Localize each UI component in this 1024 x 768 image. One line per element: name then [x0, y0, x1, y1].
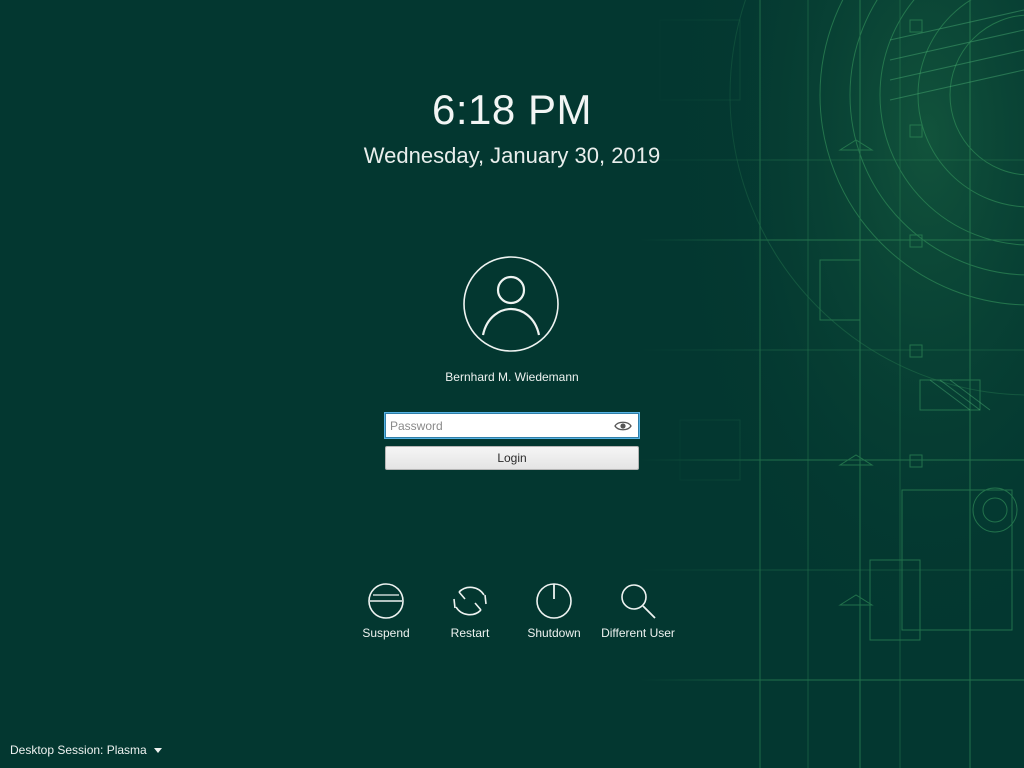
- caret-down-icon: [153, 747, 162, 753]
- power-actions: Suspend Restart Shutdown Different User: [344, 582, 680, 652]
- password-input[interactable]: [386, 415, 612, 436]
- clock-time: 6:18 PM: [432, 86, 592, 133]
- different-user-button[interactable]: Different User: [596, 582, 680, 640]
- different-user-label: Different User: [601, 626, 675, 640]
- eye-icon[interactable]: [612, 415, 634, 437]
- suspend-label: Suspend: [362, 626, 410, 640]
- restart-label: Restart: [450, 626, 490, 640]
- login-button[interactable]: Login: [385, 446, 639, 470]
- search-icon: [596, 582, 680, 620]
- user-avatar-icon[interactable]: [463, 256, 559, 352]
- suspend-icon: [344, 582, 428, 620]
- shutdown-label: Shutdown: [527, 626, 581, 640]
- restart-icon: [428, 582, 512, 620]
- session-selector[interactable]: Desktop Session: Plasma: [10, 743, 162, 757]
- password-field: [385, 413, 639, 438]
- username-label: Bernhard M. Wiedemann: [445, 370, 579, 384]
- suspend-button[interactable]: Suspend: [344, 582, 428, 640]
- restart-button[interactable]: Restart: [428, 582, 512, 640]
- shutdown-button[interactable]: Shutdown: [512, 582, 596, 640]
- session-label: Desktop Session: Plasma: [10, 743, 147, 757]
- clock-date: Wednesday, January 30, 2019: [363, 143, 661, 168]
- shutdown-icon: [512, 582, 596, 620]
